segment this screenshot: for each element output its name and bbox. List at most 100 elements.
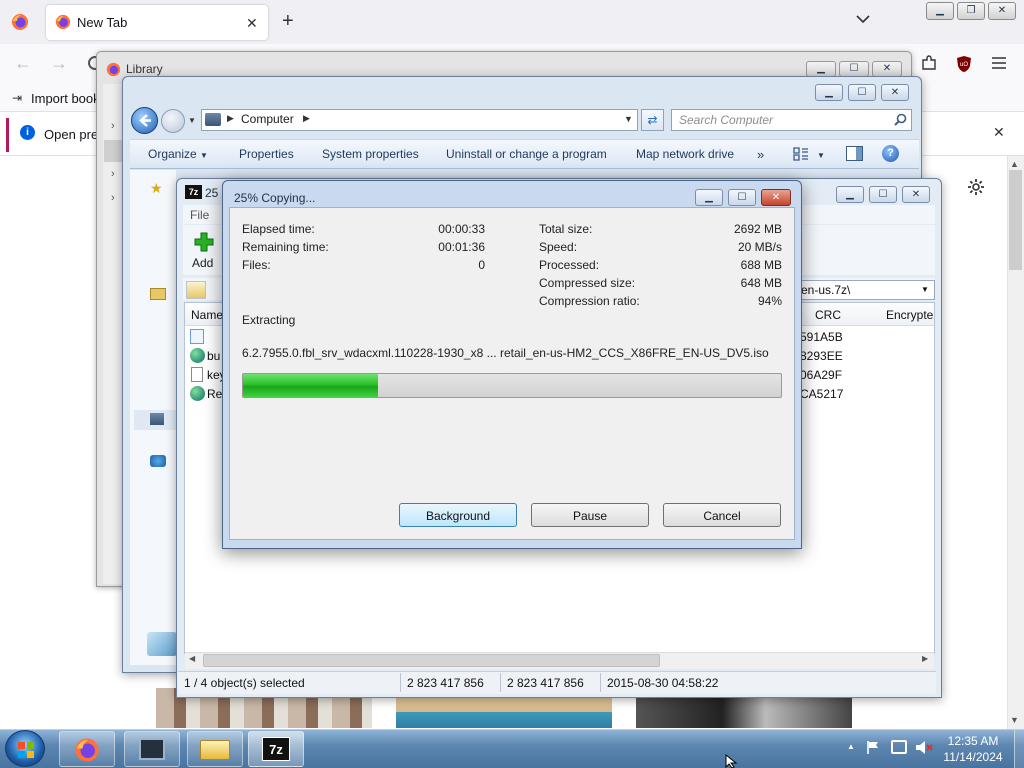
close-window-button[interactable]: ✕	[988, 2, 1016, 20]
change-view-icon[interactable]	[793, 147, 809, 161]
forward-arrow-icon[interactable]: →	[50, 54, 68, 72]
library-selected-row[interactable]	[104, 140, 122, 162]
file-row-3-crc[interactable]: CA5217	[800, 387, 843, 401]
network-icon[interactable]	[891, 740, 907, 754]
show-desktop-button[interactable]	[1014, 730, 1024, 768]
file-row-1-crc[interactable]: 8293EE	[800, 349, 843, 363]
taskbar-task-manager[interactable]	[124, 731, 180, 767]
add-button-label[interactable]: Add	[192, 256, 213, 270]
address-dropdown-icon[interactable]: ▼	[624, 114, 633, 124]
show-hidden-icons-icon[interactable]: ▲	[847, 742, 855, 751]
scroll-thumb[interactable]	[1009, 170, 1022, 270]
tree-chevron-icon[interactable]: ›	[111, 192, 115, 204]
scroll-down-icon[interactable]: ▼	[1010, 715, 1019, 725]
action-center-flag-icon[interactable]	[866, 740, 880, 755]
explorer-minimize-button[interactable]: ▁	[815, 84, 843, 101]
sevenzip-maximize-button[interactable]: ☐	[869, 186, 897, 203]
sevenzip-taskbar-icon: 7z	[262, 737, 290, 761]
clock-time: 12:35 AM	[947, 734, 999, 748]
file-row-3-globe-icon	[190, 386, 205, 401]
favorites-star-icon[interactable]: ★	[150, 180, 163, 197]
restore-button[interactable]: ❐	[957, 2, 985, 20]
file-row-0-icon	[190, 329, 204, 344]
tree-chevron-icon[interactable]: ›	[111, 168, 115, 180]
refresh-button[interactable]: ⇄	[641, 109, 664, 131]
sevenzip-logo-icon: 7z	[185, 185, 202, 199]
import-bookmarks-link[interactable]: Import book	[31, 91, 100, 106]
taskbar-7zip[interactable]: 7z	[248, 731, 304, 767]
add-plus-icon[interactable]	[194, 232, 214, 252]
column-header-crc[interactable]: CRC	[815, 308, 841, 322]
view-options-chevron-icon[interactable]: ▼	[817, 151, 825, 160]
column-header-encrypted[interactable]: Encrypte	[886, 308, 933, 322]
ublock-shield-icon[interactable]: uO	[956, 55, 972, 73]
tree-chevron-icon[interactable]: ›	[111, 120, 115, 132]
notification-close-icon[interactable]: ✕	[993, 124, 1005, 141]
column-header-name[interactable]: Name	[191, 308, 223, 322]
properties-button[interactable]: Properties	[239, 147, 294, 161]
map-network-drive-button[interactable]: Map network drive	[636, 147, 734, 161]
breadcrumb-separator-icon[interactable]: ▶	[303, 113, 310, 124]
back-arrow-icon[interactable]: ←	[14, 54, 32, 72]
minimize-button[interactable]: ▁	[926, 2, 954, 20]
mouse-cursor-icon	[725, 754, 738, 768]
background-button[interactable]: Background	[399, 503, 517, 527]
system-clock[interactable]: 12:35 AM 11/14/2024	[936, 733, 1010, 765]
network-icon[interactable]	[150, 455, 166, 467]
scroll-right-icon[interactable]: ▶	[922, 654, 928, 663]
list-tabs-chevron-down-icon[interactable]	[856, 14, 870, 24]
start-button[interactable]	[5, 730, 45, 767]
cancel-button[interactable]: Cancel	[663, 503, 781, 527]
sevenzip-minimize-button[interactable]: ▁	[836, 186, 864, 203]
status-size: 2 823 417 856	[407, 676, 484, 690]
explorer-forward-button[interactable]	[161, 109, 185, 133]
menu-file[interactable]: File	[190, 208, 209, 222]
file-row-1-name[interactable]: bu	[207, 349, 220, 363]
tab-new-tab[interactable]: New Tab ✕	[46, 5, 268, 40]
file-row-3-name[interactable]: Re	[207, 387, 222, 401]
path-dropdown-icon[interactable]: ▼	[921, 285, 929, 294]
firefox-view-icon[interactable]	[11, 13, 29, 31]
system-properties-button[interactable]: System properties	[322, 147, 419, 161]
hamburger-menu-icon[interactable]	[992, 57, 1006, 69]
pause-button[interactable]: Pause	[531, 503, 649, 527]
scroll-left-icon[interactable]: ◀	[189, 654, 195, 663]
dialog-close-button[interactable]: ✕	[761, 189, 791, 206]
library-minimize-button[interactable]: ▁	[806, 61, 836, 77]
new-tab-plus-icon[interactable]: +	[282, 11, 294, 31]
breadcrumb-computer[interactable]: Computer	[241, 112, 294, 126]
volume-muted-icon[interactable]	[915, 740, 933, 755]
firefox-logo-icon	[75, 738, 99, 762]
taskbar-explorer[interactable]	[187, 731, 243, 767]
close-tab-icon[interactable]: ✕	[246, 15, 258, 32]
explorer-back-button[interactable]	[131, 107, 158, 134]
explorer-maximize-button[interactable]: ☐	[848, 84, 876, 101]
libraries-folder-icon[interactable]	[150, 288, 166, 300]
status-divider	[400, 673, 401, 692]
sevenzip-close-button[interactable]: ✕	[902, 186, 930, 203]
search-input[interactable]: Search Computer	[671, 109, 912, 131]
dialog-minimize-button[interactable]: ▁	[695, 189, 723, 206]
dialog-maximize-button[interactable]: ☐	[728, 189, 756, 206]
folder-icon	[200, 740, 230, 760]
library-maximize-button[interactable]: ☐	[839, 61, 869, 77]
file-row-0-crc[interactable]: 591A5B	[800, 330, 843, 344]
organize-chevron-down-icon[interactable]: ▼	[200, 151, 208, 160]
uninstall-program-button[interactable]: Uninstall or change a program	[446, 147, 607, 161]
explorer-close-button[interactable]: ✕	[881, 84, 909, 101]
help-icon[interactable]: ?	[882, 145, 899, 162]
folder-up-icon[interactable]	[186, 281, 206, 299]
preview-pane-icon[interactable]	[846, 146, 863, 161]
library-close-button[interactable]: ✕	[872, 61, 902, 77]
extensions-puzzle-icon[interactable]	[921, 55, 937, 71]
taskbar-firefox[interactable]	[59, 731, 115, 767]
more-commands-button[interactable]: »	[757, 147, 764, 162]
scroll-up-icon[interactable]: ▲	[1010, 159, 1019, 169]
file-row-2-crc[interactable]: 06A29F	[800, 368, 842, 382]
path-combobox[interactable]: en-us.7z\ ▼	[792, 280, 935, 300]
recent-pages-chevron-icon[interactable]: ▼	[188, 116, 196, 125]
horizontal-scroll-thumb[interactable]	[203, 654, 660, 667]
address-bar[interactable]: ▶ Computer ▶ ▼	[201, 109, 638, 131]
settings-gear-icon[interactable]	[967, 178, 985, 196]
organize-menu[interactable]: Organize	[148, 147, 197, 161]
